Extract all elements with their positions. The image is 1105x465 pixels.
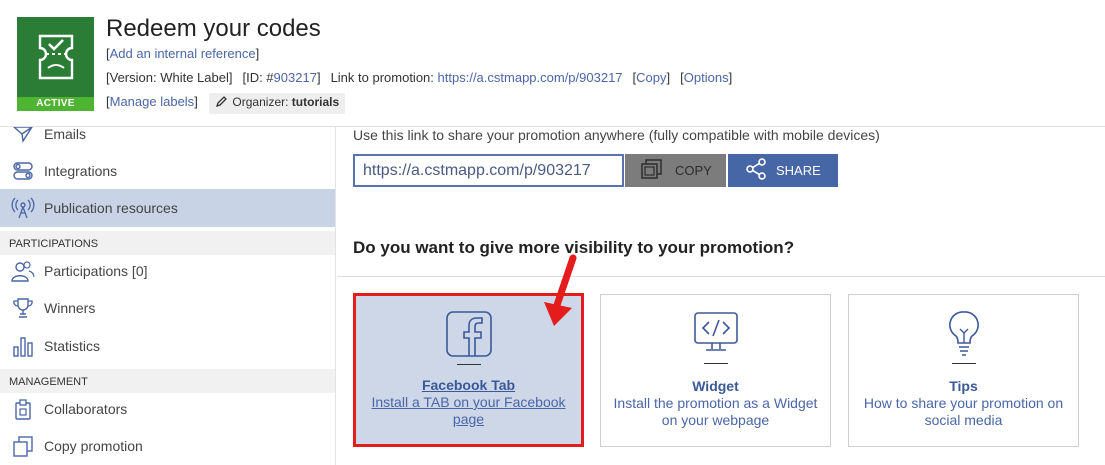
copy-button-label: COPY — [675, 163, 712, 178]
copy-link[interactable]: Copy — [636, 70, 666, 85]
ticket-icon — [17, 17, 94, 97]
antenna-icon — [11, 196, 35, 220]
card-description[interactable]: Install a TAB on your Facebook page — [366, 394, 571, 428]
copy-icon — [641, 159, 663, 182]
info-line: [Version: White Label] [ID: #903217] Link … — [106, 70, 733, 85]
card-description: Install the promotion as a Widget on you… — [613, 395, 818, 428]
labels-line: [Manage labels] Organizer: tutorials — [106, 93, 346, 114]
add-reference-link[interactable]: Add an internal reference — [110, 46, 256, 61]
facebook-icon — [445, 310, 493, 362]
id-prefix: [ID: # — [242, 70, 274, 85]
sidebar: Emails Integrations Publication resource… — [0, 127, 336, 465]
manage-labels-link[interactable]: Manage labels — [110, 94, 195, 109]
share-icon — [744, 157, 768, 184]
bar-chart-icon — [11, 334, 35, 358]
sidebar-item-label: Statistics — [44, 338, 101, 354]
copy-button[interactable]: COPY — [625, 154, 726, 187]
sidebar-item-label: Emails — [44, 127, 87, 142]
pencil-icon — [215, 95, 228, 111]
options-link[interactable]: Options — [684, 70, 729, 85]
sidebar-item-participations[interactable]: Participations [0] — [0, 252, 335, 290]
divider — [337, 276, 1105, 277]
sidebar-item-label: Publication resources — [44, 200, 178, 216]
share-hint: Use this link to share your promotion an… — [353, 127, 880, 143]
users-icon — [11, 259, 35, 283]
card-widget[interactable]: Widget Install the promotion as a Widget… — [600, 294, 831, 447]
toggles-icon — [11, 159, 35, 183]
share-button-label: SHARE — [776, 163, 821, 178]
link-label: Link to promotion: — [330, 70, 434, 85]
page-title: Redeem your codes — [106, 15, 321, 42]
card-tips[interactable]: Tips How to share your promotion on soci… — [848, 294, 1079, 447]
card-title[interactable]: Facebook Tab — [356, 377, 581, 393]
copy-icon — [11, 434, 35, 458]
card-description: How to share your promotion on social me… — [863, 395, 1064, 428]
trophy-icon — [11, 296, 35, 320]
sidebar-item-label: Copy promotion — [44, 438, 143, 454]
annotation-arrow-icon — [542, 254, 582, 333]
reference-line: [Add an internal reference] — [106, 46, 260, 61]
card-underline — [703, 363, 728, 364]
id-suffix: ] — [316, 70, 321, 85]
card-underline — [456, 364, 481, 365]
sidebar-item-label: Participations [0] — [44, 263, 148, 279]
paper-plane-icon — [11, 127, 35, 146]
card-underline — [951, 363, 976, 364]
promotion-header: ACTIVE Redeem your codes [Add an interna… — [0, 0, 1105, 127]
sidebar-item-label: Winners — [44, 300, 96, 316]
sidebar-item-emails[interactable]: Emails — [0, 127, 335, 153]
organizer-tag[interactable]: Organizer: tutorials — [209, 93, 346, 114]
version-label: [Version: White Label] — [106, 70, 233, 85]
sidebar-item-publication-resources[interactable]: Publication resources — [0, 189, 335, 227]
sidebar-item-statistics[interactable]: Statistics — [0, 327, 335, 365]
share-button[interactable]: SHARE — [728, 154, 838, 187]
sidebar-item-label: Collaborators — [44, 401, 128, 417]
sidebar-item-integrations[interactable]: Integrations — [0, 152, 335, 190]
sidebar-item-winners[interactable]: Winners — [0, 289, 335, 327]
badge-icon — [11, 397, 35, 421]
status-badge: ACTIVE — [17, 97, 94, 111]
lightbulb-icon — [940, 309, 988, 361]
promotion-link[interactable]: https://a.cstmapp.com/p/903217 — [438, 70, 623, 85]
sidebar-item-copy-promotion[interactable]: Copy promotion — [0, 427, 335, 465]
code-monitor-icon — [692, 309, 740, 361]
promotion-logo: ACTIVE — [17, 17, 94, 111]
sidebar-item-collaborators[interactable]: Collaborators — [0, 390, 335, 428]
card-title: Tips — [949, 378, 978, 394]
card-title: Widget — [692, 378, 739, 394]
organizer-label: Organizer: — [232, 95, 289, 109]
promotion-url-field[interactable]: https://a.cstmapp.com/p/903217 — [353, 154, 624, 187]
sidebar-item-label: Integrations — [44, 163, 118, 179]
organizer-value: tutorials — [291, 95, 340, 109]
main-content: Use this link to share your promotion an… — [337, 127, 1105, 465]
id-link[interactable]: 903217 — [274, 70, 317, 85]
